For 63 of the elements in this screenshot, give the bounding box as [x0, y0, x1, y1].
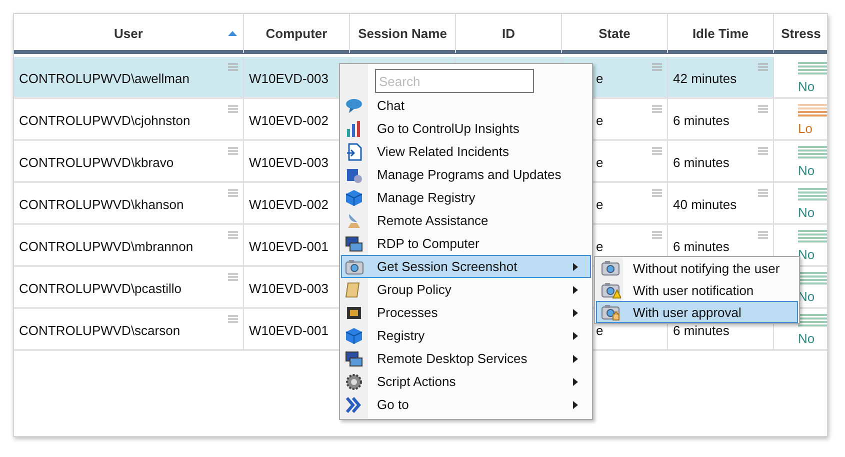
search-field[interactable]: Search	[375, 69, 534, 93]
menu-item[interactable]: Script Actions	[341, 370, 591, 393]
document-arrow-icon	[345, 143, 363, 161]
menu-icon[interactable]	[652, 63, 662, 71]
menu-item[interactable]: With user notification	[596, 279, 798, 301]
stress-label: No	[798, 204, 815, 220]
bar-chart-icon	[345, 120, 363, 138]
stress-label: No	[798, 162, 815, 178]
menu-icon[interactable]	[758, 147, 768, 155]
menu-icon[interactable]	[228, 273, 238, 281]
table-cell: 6 minutes	[668, 141, 774, 183]
menu-icon[interactable]	[758, 105, 768, 113]
table-cell[interactable]: CONTROLUPWVD\awellman	[14, 57, 244, 99]
menu-item[interactable]: Go to	[341, 393, 591, 416]
box-icon	[345, 166, 363, 184]
table-cell[interactable]: CONTROLUPWVD\pcastillo	[14, 267, 244, 309]
submenu-arrow-icon	[573, 378, 578, 386]
sort-ascending-icon[interactable]	[228, 31, 237, 36]
camera-icon	[601, 259, 621, 277]
menu-icon[interactable]	[652, 231, 662, 239]
menu-icon[interactable]	[228, 105, 238, 113]
menu-icon[interactable]	[228, 315, 238, 323]
monitor-icon	[345, 235, 363, 253]
camera-hand-icon	[601, 303, 621, 321]
chip-icon	[345, 304, 363, 322]
stress-label: No	[798, 78, 815, 94]
menu-icon[interactable]	[228, 231, 238, 239]
submenu-arrow-icon	[573, 401, 578, 409]
menu-icon[interactable]	[758, 189, 768, 197]
table-cell[interactable]: CONTROLUPWVD\kbravo	[14, 141, 244, 183]
menu-icon[interactable]	[652, 189, 662, 197]
table-cell[interactable]: CONTROLUPWVD\khanson	[14, 183, 244, 225]
menu-item[interactable]: Get Session Screenshot	[341, 255, 591, 278]
submenu-arrow-icon	[573, 309, 578, 317]
table-cell: 40 minutes	[668, 183, 774, 225]
submenu-arrow-icon	[573, 263, 578, 271]
submenu-arrow-icon	[573, 286, 578, 294]
menu-icon[interactable]	[652, 147, 662, 155]
camera-warning-icon	[601, 281, 621, 299]
table-cell[interactable]: CONTROLUPWVD\scarson	[14, 309, 244, 351]
monitor-icon	[345, 350, 363, 368]
table-cell: 6 minutes	[668, 99, 774, 141]
menu-item[interactable]: With user approval	[596, 301, 798, 323]
gear-icon	[345, 373, 363, 391]
cube-icon	[345, 327, 363, 345]
table-cell[interactable]: CONTROLUPWVD\mbrannon	[14, 225, 244, 267]
cube-icon	[345, 189, 363, 207]
chevrons-icon	[345, 396, 363, 414]
submenu-arrow-icon	[573, 355, 578, 363]
submenu-arrow-icon	[573, 332, 578, 340]
stress-label: No	[798, 330, 815, 346]
stress-label: Lo	[798, 120, 812, 136]
menu-icon[interactable]	[758, 63, 768, 71]
chat-bubble-icon	[345, 97, 363, 115]
menu-icon[interactable]	[228, 147, 238, 155]
table-cell: W10EVD-003	[244, 57, 350, 99]
table-cell: 42 minutes	[668, 57, 774, 99]
menu-icon[interactable]	[228, 189, 238, 197]
camera-icon	[345, 258, 365, 276]
menu-icon[interactable]	[652, 105, 662, 113]
menu-icon[interactable]	[228, 63, 238, 71]
menu-icon[interactable]	[758, 231, 768, 239]
table-cell[interactable]: CONTROLUPWVD\cjohnston	[14, 99, 244, 141]
